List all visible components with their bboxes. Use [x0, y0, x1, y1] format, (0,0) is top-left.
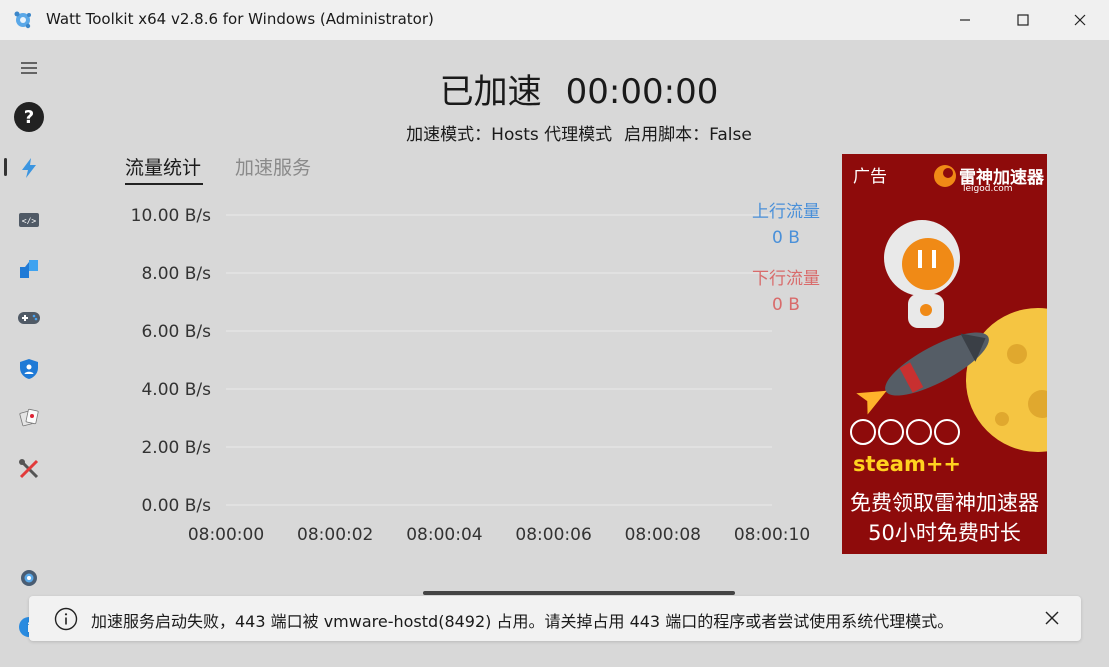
sidebar-item-account-switch[interactable]: [12, 252, 46, 286]
close-icon: [1074, 14, 1086, 26]
sidebar-item-script[interactable]: </>: [12, 203, 46, 237]
status-label: 已加速: [439, 72, 542, 112]
ad-headline: 免费领取雷神加速器: [850, 491, 1039, 515]
y-tick-label: 6.00 B/s: [141, 322, 211, 342]
gamepad-icon: [18, 312, 40, 324]
sidebar-item-settings[interactable]: [12, 561, 46, 595]
y-tick-label: 4.00 B/s: [141, 380, 211, 400]
sidebar-item-authenticator[interactable]: [12, 352, 46, 386]
legend-upload: 上行流量 0 B: [752, 197, 820, 248]
legend-upload-value: 0 B: [772, 228, 800, 248]
minimize-button[interactable]: [936, 0, 994, 40]
maximize-icon: [1017, 14, 1029, 26]
mode-info: 加速模式：Hosts 代理模式 启用脚本：False: [0, 120, 1109, 145]
y-tick-label: 0.00 B/s: [141, 496, 211, 516]
error-notification: 加速服务启动失败，443 端口被 vmware-hostd(8492) 占用。请…: [29, 596, 1081, 641]
scrollbar-thumb[interactable]: [423, 591, 735, 595]
x-tick-label: 08:00:02: [297, 525, 373, 545]
sidebar-item-game-list[interactable]: [12, 301, 46, 335]
y-tick-label: 8.00 B/s: [141, 264, 211, 284]
title-bar: Watt Toolkit x64 v2.8.6 for Windows (Adm…: [0, 0, 1109, 40]
notification-message: 加速服务启动失败，443 端口被 vmware-hostd(8492) 占用。请…: [91, 612, 954, 631]
script-label: 启用脚本：: [624, 125, 710, 145]
minimize-icon: [960, 19, 970, 21]
tab-accelerate-service[interactable]: 加速服务: [235, 153, 311, 180]
window-title: Watt Toolkit x64 v2.8.6 for Windows (Adm…: [46, 10, 434, 28]
svg-text:</>: </>: [22, 217, 37, 226]
notification-close-button[interactable]: [1039, 605, 1065, 631]
legend-upload-label: 上行流量: [752, 202, 820, 222]
acceleration-status: 已加速 00:00:00: [0, 64, 1109, 113]
legend-download: 下行流量 0 B: [752, 264, 820, 315]
gear-icon: [21, 570, 37, 586]
info-icon: [54, 607, 78, 631]
app-logo-icon: [14, 11, 31, 29]
maximize-button[interactable]: [994, 0, 1052, 40]
shield-icon: [20, 359, 38, 379]
ad-subline: 50小时免费时长: [868, 521, 1021, 545]
arrows-icon: [20, 260, 38, 278]
script-value: False: [709, 125, 752, 145]
sidebar-item-tools[interactable]: [12, 452, 46, 486]
x-tick-label: 08:00:00: [188, 525, 264, 545]
mode-label: 加速模式：: [406, 125, 492, 145]
sidebar-item-idle-cards[interactable]: [12, 400, 46, 434]
x-tick-label: 08:00:06: [515, 525, 591, 545]
y-tick-label: 10.00 B/s: [131, 206, 211, 226]
close-icon: [1045, 611, 1059, 625]
ad-tag: 广告: [853, 167, 887, 187]
legend-download-label: 下行流量: [752, 269, 820, 289]
active-indicator: [4, 158, 7, 176]
legend-download-value: 0 B: [772, 295, 800, 315]
x-tick-label: 08:00:04: [406, 525, 482, 545]
y-tick-label: 2.00 B/s: [141, 438, 211, 458]
lightning-icon: [22, 158, 36, 178]
x-tick-label: 08:00:10: [734, 525, 810, 545]
tab-traffic-stats[interactable]: 流量统计: [125, 153, 204, 185]
ad-domain: leigod.com: [963, 184, 1013, 194]
ad-product-name: steam++: [853, 452, 962, 476]
tools-icon: [19, 459, 39, 479]
code-icon: </>: [19, 213, 39, 227]
sidebar-item-accelerator[interactable]: [12, 151, 46, 185]
advertisement-banner[interactable]: 广告 雷神加速器 leigod.com steam++ 免费领取雷神加速器 50…: [842, 154, 1047, 554]
close-button[interactable]: [1051, 0, 1109, 40]
cards-icon: [19, 408, 39, 427]
elapsed-timer: 00:00:00: [565, 72, 719, 112]
x-tick-label: 08:00:08: [625, 525, 701, 545]
mode-value: Hosts 代理模式: [491, 125, 613, 145]
